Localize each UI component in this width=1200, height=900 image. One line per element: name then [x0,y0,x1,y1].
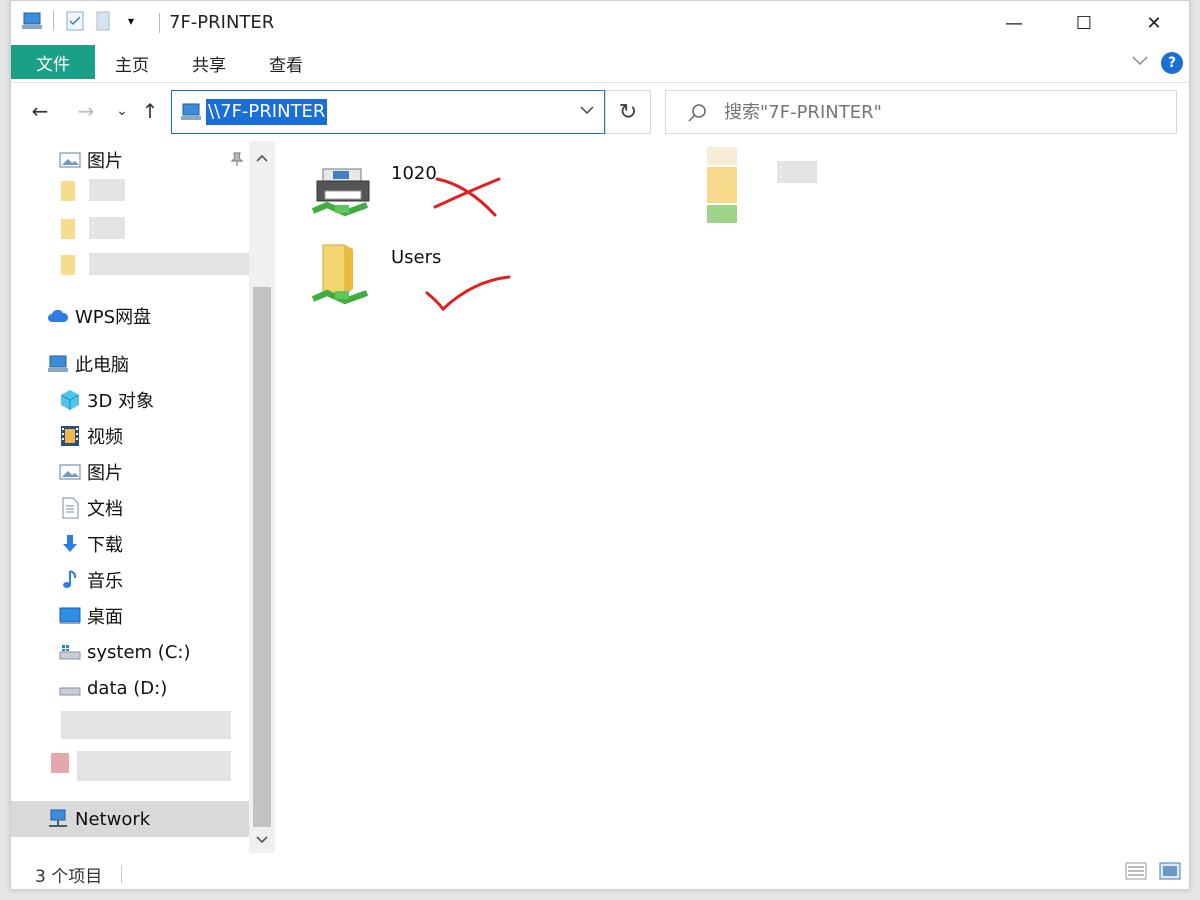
drive-c-icon [59,641,81,663]
search-icon [686,102,708,128]
tab-share[interactable]: 共享 [192,51,226,76]
blurred-region [51,753,69,773]
sidebar-item-wps-cloud[interactable]: WPS网盘 [47,301,151,331]
properties-icon[interactable] [64,10,86,32]
shared-folder-icon [309,241,379,315]
sidebar-item-drive-d[interactable]: data (D:) [59,673,167,703]
pin-icon[interactable] [229,151,245,171]
help-icon[interactable]: ? [1161,52,1183,74]
sidebar-item-documents[interactable]: 文档 [59,493,123,523]
list-item-printer[interactable]: 1020 [309,161,437,225]
3d-objects-icon [59,389,81,411]
red-check-mark [425,275,511,312]
computer-icon [180,102,202,126]
blurred-region [61,181,75,201]
blurred-region [77,751,231,781]
drive-d-icon [59,677,81,699]
tab-home[interactable]: 主页 [115,51,149,76]
sidebar-item-pictures[interactable]: 图片 [59,457,123,487]
navigation-bar: ← → ⌄ ↑ \\7F-PRINTER ↻ [11,84,1189,140]
blurred-region [89,217,125,239]
blurred-region [777,161,817,183]
blurred-region [61,219,75,239]
computer-icon[interactable] [21,10,43,32]
large-icons-view-icon[interactable] [1159,861,1181,885]
scroll-down-icon[interactable] [249,827,275,853]
sidebar-item-drive-c[interactable]: system (C:) [59,637,190,667]
item-count: 3 个项目 [35,867,103,887]
ribbon-controls: ? [1131,52,1183,74]
sidebar-item-3d-objects[interactable]: 3D 对象 [59,385,154,415]
sidebar-item-music[interactable]: 音乐 [59,565,123,595]
address-text[interactable]: \\7F-PRINTER [206,99,328,125]
search-input[interactable] [724,101,1144,123]
cloud-icon [47,305,69,327]
blurred-region [89,179,125,201]
address-dropdown-icon[interactable] [580,103,594,119]
status-bar: 3 个项目 [11,853,1189,891]
recent-locations-button[interactable]: ⌄ [109,96,135,126]
blurred-region [89,253,249,275]
minimize-button[interactable]: — [979,1,1049,45]
expand-ribbon-icon[interactable] [1131,55,1149,71]
new-folder-icon[interactable] [92,10,114,32]
document-icon [59,497,81,519]
address-bar[interactable]: \\7F-PRINTER [171,90,605,134]
search-box[interactable] [665,90,1177,134]
back-button[interactable]: ← [27,96,53,126]
computer-icon [47,353,69,375]
close-button[interactable]: ✕ [1119,1,1189,45]
shared-printer-icon [309,161,379,225]
music-icon [59,569,81,591]
sidebar-item-videos[interactable]: 视频 [59,421,123,451]
customize-qat-icon[interactable]: ▾ [120,10,142,32]
title-divider [159,13,160,33]
refresh-button[interactable]: ↻ [605,90,651,134]
file-list: 1020 Users [277,141,1189,853]
sidebar-scrollbar[interactable] [249,141,275,853]
window-title: 7F-PRINTER [169,12,275,33]
pictures-icon [59,149,81,171]
maximize-button[interactable]: ☐ [1049,1,1119,45]
video-icon [59,425,81,447]
quick-access-toolbar: ▾ [21,10,142,32]
blurred-region [61,255,75,275]
navigation-pane: 图片 WPS网盘 此电脑 3D 对象 视频 图片 文档 下载 音乐 桌面 sys… [11,141,277,853]
sidebar-item-this-pc[interactable]: 此电脑 [47,349,129,379]
explorer-window: ▾ 7F-PRINTER — ☐ ✕ 文件 主页 共享 查看 ? ← → ⌄ ↑… [10,0,1190,890]
ribbon-tabs: 文件 主页 共享 查看 ? [11,45,1189,83]
details-view-icon[interactable] [1125,861,1147,885]
scrollbar-thumb[interactable] [253,287,271,827]
sidebar-item-downloads[interactable]: 下载 [59,529,123,559]
list-item-label: Users [391,247,442,268]
sidebar-item-desktop[interactable]: 桌面 [59,601,123,631]
view-buttons [1125,861,1181,885]
qat-divider [53,11,54,31]
blurred-region [61,711,231,739]
forward-button[interactable]: → [73,96,99,126]
red-cross-mark [433,177,501,217]
status-divider [121,865,122,883]
sidebar-item-pictures-pinned[interactable]: 图片 [59,145,123,175]
blurred-item [701,147,745,231]
tab-file[interactable]: 文件 [11,45,95,79]
desktop-icon [59,605,81,627]
sidebar-item-network[interactable]: Network [11,801,249,837]
tab-view[interactable]: 查看 [269,51,303,76]
title-bar: ▾ 7F-PRINTER — ☐ ✕ [11,1,1189,45]
download-icon [59,533,81,555]
scroll-up-icon[interactable] [249,145,275,171]
up-button[interactable]: ↑ [137,96,163,126]
network-icon [47,808,69,830]
pictures-icon [59,461,81,483]
